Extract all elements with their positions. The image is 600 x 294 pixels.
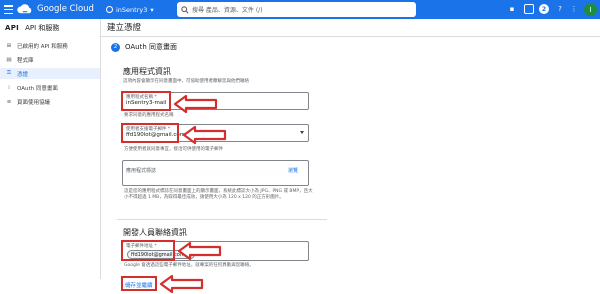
highlight-box [121, 123, 179, 143]
sidebar: API API 和服務 ⊞ 已啟用的 API 和服務 ▤ 程式庫 ⚿ 憑證 ⁞ … [0, 19, 101, 279]
library-icon: ▤ [6, 56, 12, 63]
browse-button[interactable]: 瀏覽 [288, 167, 298, 174]
notifications-icon[interactable]: 2 [539, 4, 549, 14]
project-selector[interactable]: inSentry3 ▾ [106, 3, 154, 16]
chevron-down-icon: ▾ [150, 5, 154, 14]
main-content: 建立憑證 2 OAuth 同意畫面 應用程式資訊 這項內容會顯示在同意畫面中，可… [101, 19, 600, 294]
more-vert-icon[interactable]: ⋮ [569, 4, 579, 14]
app-logo-helper: 這是您的應用程式標誌在同意畫面上的顯示畫面，系統此標誌大小為 JPG、PNG 或… [124, 189, 313, 200]
highlight-box [121, 91, 171, 111]
sidebar-item-library[interactable]: ▤ 程式庫 [0, 54, 100, 65]
page-title: 建立憑證 [107, 23, 142, 33]
menu-icon[interactable] [4, 5, 13, 14]
arrow-left-icon [173, 94, 218, 114]
arrow-left-icon [159, 274, 204, 294]
sidebar-item-label: 已啟用的 API 和服務 [17, 43, 68, 50]
consent-icon: ⁞ [8, 84, 10, 91]
developer-email-helper: Google 會透過這些電子郵件地址，就專案的任何異動與您聯絡。 [124, 263, 254, 268]
app-info-title: 應用程式資訊 [123, 67, 171, 76]
top-bar: Google Cloud inSentry3 ▾ 搜尋 產品、資源、文件 (/)… [0, 0, 600, 19]
sidebar-item-label: 頁面使用協議 [17, 99, 51, 106]
step-header: 2 OAuth 同意畫面 [111, 42, 177, 52]
sidebar-item-credentials[interactable]: ⚿ 憑證 [0, 68, 100, 79]
google-cloud-logo-icon[interactable] [16, 3, 34, 16]
sidebar-item-label: 程式庫 [17, 57, 34, 64]
settings-icon: ≡ [6, 98, 12, 105]
terminal-icon[interactable] [524, 4, 534, 14]
app-logo-label: 應用程式標誌 [126, 168, 157, 174]
search-placeholder: 搜尋 產品、資源、文件 (/) [192, 7, 263, 14]
help-icon[interactable]: ? [555, 4, 565, 14]
sidebar-item-oauth-consent[interactable]: ⁞ OAuth 同意畫面 [0, 82, 100, 93]
arrow-left-icon [182, 125, 227, 145]
search-input[interactable]: 搜尋 產品、資源、文件 (/) [177, 2, 416, 17]
app-info-description: 這項內容會顯示在同意畫面中，可協助使用者瞭解您與他們聯絡 [123, 79, 249, 84]
highlight-box [121, 240, 175, 261]
app-logo-field[interactable]: 應用程式標誌 瀏覽 [122, 160, 309, 186]
dropdown-arrow-icon [300, 131, 304, 134]
sidebar-item-label: 憑證 [17, 71, 29, 78]
divider [101, 36, 600, 37]
avatar[interactable]: I [584, 3, 597, 16]
sidebar-item-label: OAuth 同意畫面 [17, 85, 58, 92]
api-logo: API [5, 24, 20, 32]
key-icon: ⚿ [6, 70, 12, 76]
developer-contact-title: 開發人員聯絡資訊 [123, 228, 187, 237]
support-email-helper: 方便使用者就同意事宜，接洽可供使用的電子郵件 [124, 147, 223, 152]
sidebar-item-enabled-apis[interactable]: ⊞ 已啟用的 API 和服務 [0, 40, 100, 51]
sidebar-title: API 和服務 [25, 24, 60, 32]
sidebar-item-page-usage[interactable]: ≡ 頁面使用協議 [0, 96, 100, 107]
divider [117, 219, 327, 220]
arrow-left-icon [177, 241, 222, 261]
project-icon [106, 6, 113, 13]
step-title: OAuth 同意畫面 [125, 43, 178, 51]
app-name-helper: 要求同意的應用程式名稱 [124, 113, 174, 118]
gift-icon[interactable]: ▪ [507, 4, 517, 14]
highlight-box [121, 276, 157, 291]
grid-icon: ⊞ [6, 42, 12, 49]
project-name: inSentry3 [116, 5, 148, 14]
sidebar-header: API API 和服務 [0, 19, 100, 37]
brand-name[interactable]: Google Cloud [37, 3, 94, 16]
step-number: 2 [111, 42, 120, 52]
search-icon [177, 2, 192, 17]
